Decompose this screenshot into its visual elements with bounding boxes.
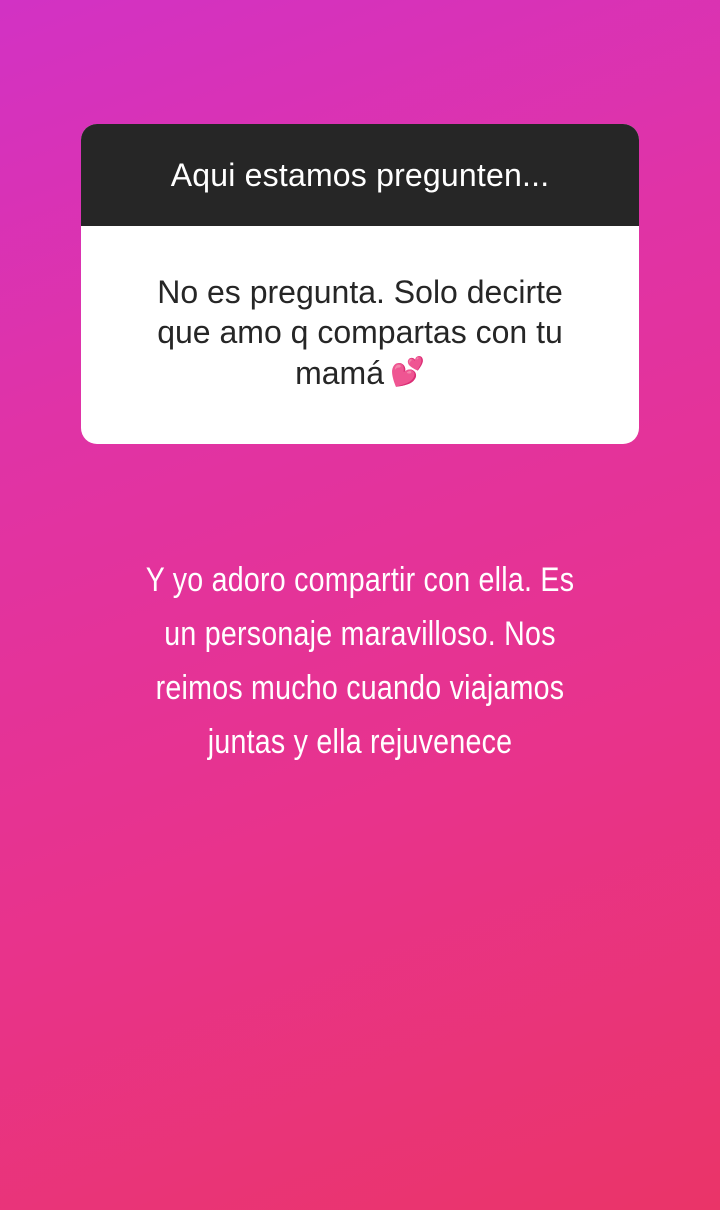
answer-line: Y yo adoro compartir con ella. Es bbox=[145, 561, 575, 599]
answer-line: juntas y ella rejuvenece bbox=[207, 723, 513, 761]
answer-line: reimos mucho cuando viajamos bbox=[155, 669, 565, 707]
question-line: que amo q compartas con tu bbox=[157, 313, 563, 350]
question-sticker[interactable]: Aqui estamos pregunten... No es pregunta… bbox=[81, 124, 639, 444]
answer-text: Y yo adoro compartir con ella. Es un per… bbox=[91, 553, 629, 769]
question-line-text: mamá bbox=[295, 354, 384, 391]
answer-line: un personaje maravilloso. Nos bbox=[164, 615, 556, 653]
question-line: No es pregunta. Solo decirte bbox=[157, 273, 563, 310]
question-text: No es pregunta. Solo decirte que amo q c… bbox=[157, 272, 563, 393]
question-line: mamá 💕 bbox=[157, 352, 563, 393]
question-sticker-header: Aqui estamos pregunten... bbox=[81, 124, 639, 226]
question-sticker-body: No es pregunta. Solo decirte que amo q c… bbox=[81, 226, 639, 444]
two-hearts-icon: 💕 bbox=[390, 355, 425, 387]
